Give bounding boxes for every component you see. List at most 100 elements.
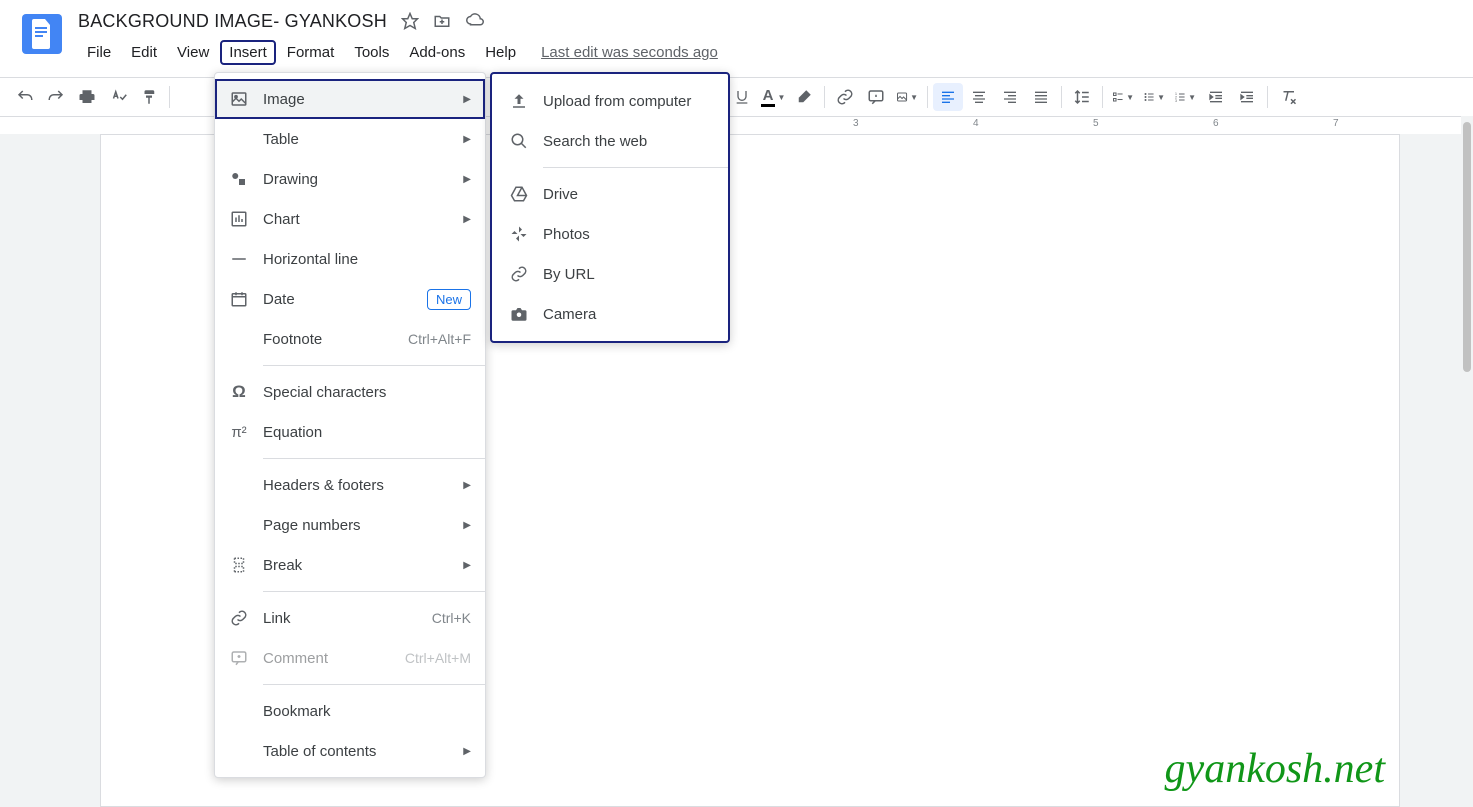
- ruler-tick: 4: [973, 118, 979, 129]
- insert-hline[interactable]: Horizontal line: [215, 239, 485, 279]
- chevron-right-icon: ▶: [463, 94, 471, 105]
- label: Bookmark: [263, 703, 471, 720]
- insert-menu-dropdown: Image ▶ Table ▶ Drawing ▶ Chart ▶ Horizo…: [214, 72, 486, 778]
- label: Footnote: [263, 331, 408, 348]
- undo-button[interactable]: [10, 83, 40, 111]
- hline-icon: [229, 249, 249, 269]
- camera-icon: [509, 304, 529, 324]
- drive-option[interactable]: Drive: [491, 174, 729, 214]
- label: Date: [263, 291, 427, 308]
- svg-text:1: 1: [1175, 92, 1177, 96]
- align-justify-button[interactable]: [1026, 83, 1056, 111]
- highlight-button[interactable]: [789, 83, 819, 111]
- spellcheck-button[interactable]: [103, 83, 133, 111]
- link-button[interactable]: [830, 83, 860, 111]
- image-button[interactable]: ▼: [892, 83, 922, 111]
- indent-decrease-button[interactable]: [1201, 83, 1231, 111]
- scroll-thumb[interactable]: [1463, 122, 1471, 372]
- search-icon: [509, 131, 529, 151]
- label: Table of contents: [263, 743, 463, 760]
- separator: [824, 86, 825, 108]
- insert-break[interactable]: Break ▶: [215, 545, 485, 585]
- underline-button[interactable]: [727, 83, 757, 111]
- drive-icon: [509, 184, 529, 204]
- star-icon[interactable]: [401, 12, 419, 30]
- ruler-tick: 7: [1333, 118, 1339, 129]
- scrollbar[interactable]: [1461, 116, 1473, 807]
- label: Chart: [263, 211, 463, 228]
- line-spacing-button[interactable]: [1067, 83, 1097, 111]
- last-edit-link[interactable]: Last edit was seconds ago: [541, 44, 718, 61]
- menu-view[interactable]: View: [168, 40, 218, 65]
- label: Camera: [543, 306, 596, 323]
- paint-format-button[interactable]: [134, 83, 164, 111]
- insert-equation[interactable]: π² Equation: [215, 412, 485, 452]
- align-right-button[interactable]: [995, 83, 1025, 111]
- pi-icon: π²: [229, 422, 249, 442]
- menu-file[interactable]: File: [78, 40, 120, 65]
- search-the-web[interactable]: Search the web: [491, 121, 729, 161]
- insert-toc[interactable]: Table of contents ▶: [215, 731, 485, 771]
- date-icon: [229, 289, 249, 309]
- svg-text:3: 3: [1175, 99, 1177, 103]
- label: Table: [263, 131, 463, 148]
- link-icon: [229, 608, 249, 628]
- separator: [169, 86, 170, 108]
- chevron-right-icon: ▶: [463, 746, 471, 757]
- label: Headers & footers: [263, 477, 463, 494]
- label: Horizontal line: [263, 251, 471, 268]
- insert-image[interactable]: Image ▶: [215, 79, 485, 119]
- redo-button[interactable]: [41, 83, 71, 111]
- label: Break: [263, 557, 463, 574]
- print-button[interactable]: [72, 83, 102, 111]
- text-color-button[interactable]: A▼: [758, 83, 788, 111]
- label: Drawing: [263, 171, 463, 188]
- clear-formatting-button[interactable]: [1273, 83, 1303, 111]
- shortcut: Ctrl+Alt+M: [405, 650, 471, 666]
- insert-bookmark[interactable]: Bookmark: [215, 691, 485, 731]
- document-title[interactable]: BACKGROUND IMAGE- GYANKOSH: [78, 11, 387, 32]
- label: Special characters: [263, 384, 471, 401]
- chevron-right-icon: ▶: [463, 174, 471, 185]
- numbered-list-button[interactable]: 123▼: [1170, 83, 1200, 111]
- align-left-button[interactable]: [933, 83, 963, 111]
- bullet-list-button[interactable]: ▼: [1139, 83, 1169, 111]
- image-icon: [229, 89, 249, 109]
- separator: [927, 86, 928, 108]
- menu-insert[interactable]: Insert: [220, 40, 276, 65]
- menu-help[interactable]: Help: [476, 40, 525, 65]
- comment-button[interactable]: [861, 83, 891, 111]
- menu-format[interactable]: Format: [278, 40, 344, 65]
- link-icon: [509, 264, 529, 284]
- indent-increase-button[interactable]: [1232, 83, 1262, 111]
- insert-special[interactable]: Ω Special characters: [215, 372, 485, 412]
- chart-icon: [229, 209, 249, 229]
- insert-link[interactable]: Link Ctrl+K: [215, 598, 485, 638]
- checklist-button[interactable]: ▼: [1108, 83, 1138, 111]
- align-center-button[interactable]: [964, 83, 994, 111]
- insert-comment[interactable]: Comment Ctrl+Alt+M: [215, 638, 485, 678]
- by-url-option[interactable]: By URL: [491, 254, 729, 294]
- menu-edit[interactable]: Edit: [122, 40, 166, 65]
- upload-from-computer[interactable]: Upload from computer: [491, 81, 729, 121]
- insert-pagenum[interactable]: Page numbers ▶: [215, 505, 485, 545]
- menu-tools[interactable]: Tools: [345, 40, 398, 65]
- photos-icon: [509, 224, 529, 244]
- insert-table[interactable]: Table ▶: [215, 119, 485, 159]
- insert-footnote[interactable]: Footnote Ctrl+Alt+F: [215, 319, 485, 359]
- separator: [1061, 86, 1062, 108]
- separator: [263, 684, 485, 685]
- label: Image: [263, 91, 463, 108]
- app-logo[interactable]: [22, 14, 62, 54]
- insert-chart[interactable]: Chart ▶: [215, 199, 485, 239]
- insert-headers[interactable]: Headers & footers ▶: [215, 465, 485, 505]
- menu-addons[interactable]: Add-ons: [400, 40, 474, 65]
- insert-date[interactable]: Date New: [215, 279, 485, 319]
- move-icon[interactable]: [433, 12, 451, 30]
- omega-icon: Ω: [229, 382, 249, 402]
- cloud-icon[interactable]: [465, 12, 485, 30]
- insert-drawing[interactable]: Drawing ▶: [215, 159, 485, 199]
- photos-option[interactable]: Photos: [491, 214, 729, 254]
- upload-icon: [509, 91, 529, 111]
- camera-option[interactable]: Camera: [491, 294, 729, 334]
